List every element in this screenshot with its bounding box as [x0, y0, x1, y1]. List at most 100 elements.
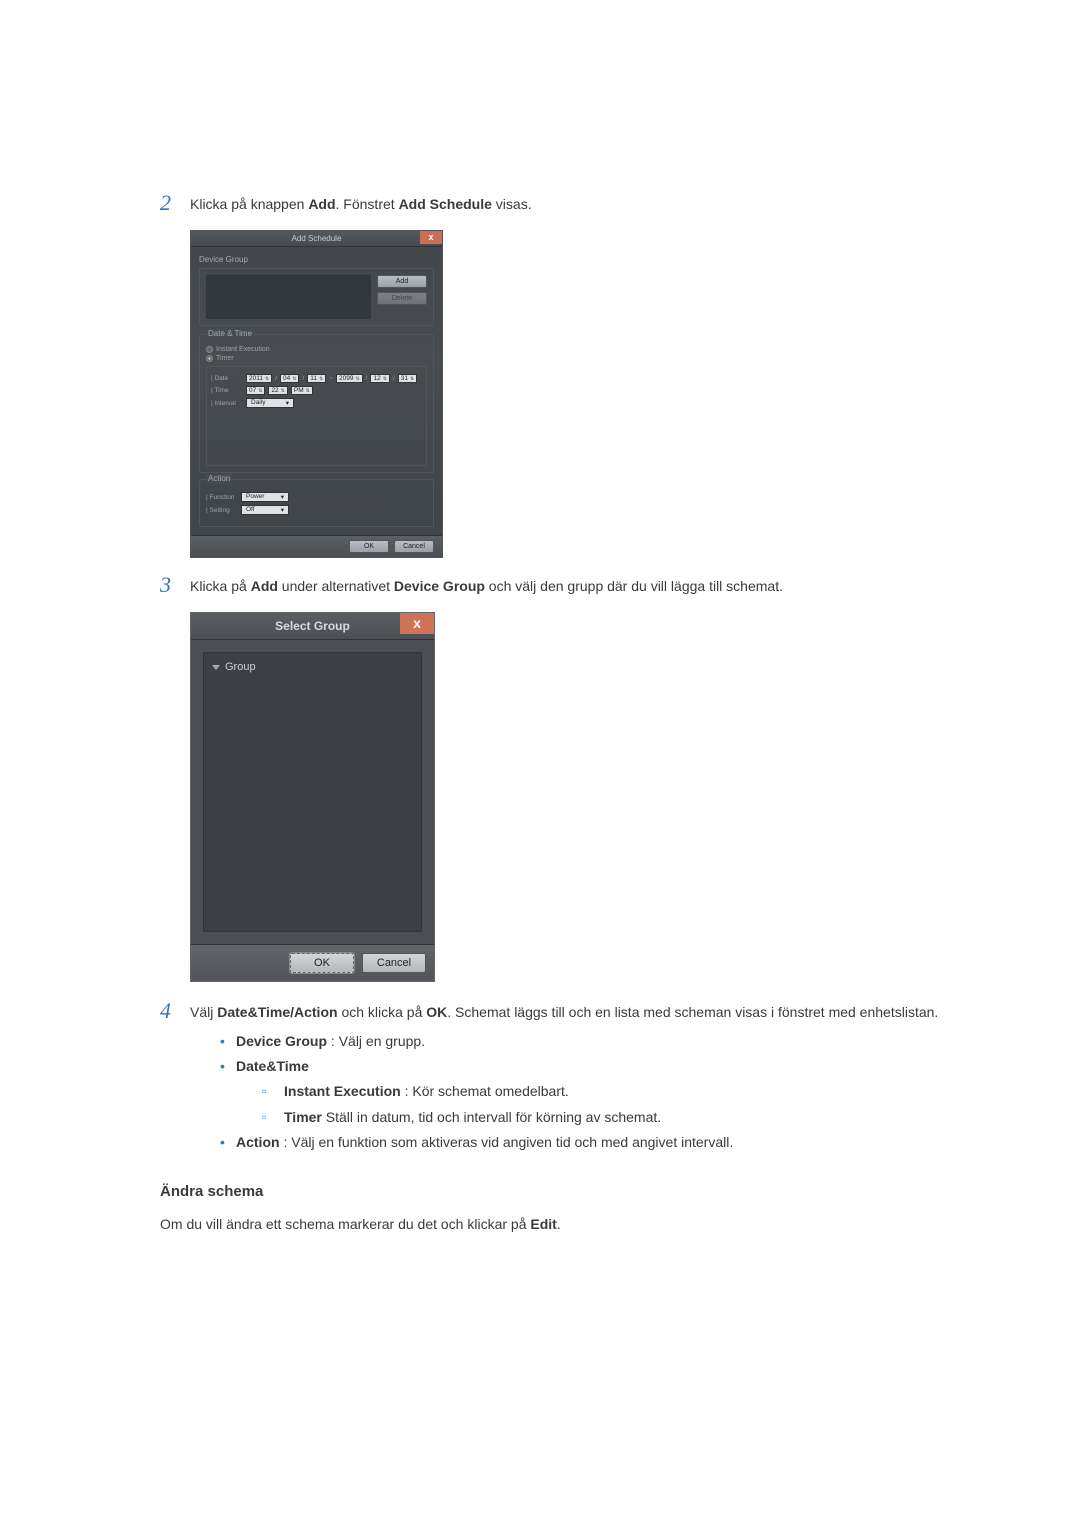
action-label: Action: [206, 474, 232, 483]
step-text: Klicka på Add under alternativet Device …: [190, 572, 783, 597]
bold: Add: [251, 578, 278, 594]
step-number: 2: [160, 190, 190, 216]
step-3: 3 Klicka på Add under alternativet Devic…: [160, 572, 990, 598]
list-item: Device Group : Välj en grupp.: [220, 1029, 938, 1054]
text: Klicka på knappen: [190, 196, 308, 212]
slash: /: [302, 375, 304, 382]
dialog-footer: OK Cancel: [191, 535, 442, 557]
close-button[interactable]: x: [420, 231, 442, 244]
setting-row: | Setting Off▾: [206, 505, 427, 515]
step-number: 3: [160, 572, 190, 598]
time-ampm[interactable]: PM: [291, 386, 313, 395]
tree-label: Group: [225, 661, 256, 673]
setting-select[interactable]: Off▾: [241, 505, 289, 515]
date-row: | Date 2011 / 04 / 11 ~ 2099 / 12 / 31: [211, 374, 422, 383]
timer-subfieldset: | Date 2011 / 04 / 11 ~ 2099 / 12 / 31: [206, 366, 427, 466]
interval-row: | Interval Daily▾: [211, 398, 422, 408]
dialog-footer: OK Cancel: [191, 944, 434, 981]
bold: Date&Time/Action: [217, 1004, 337, 1020]
function-row: | Function Power▾: [206, 492, 427, 502]
text: : Kör schemat omedelbart.: [401, 1083, 569, 1099]
ok-button[interactable]: OK: [290, 953, 354, 973]
text: och klicka på: [338, 1004, 427, 1020]
date-day-to[interactable]: 31: [398, 374, 417, 383]
row-label: | Date: [211, 375, 243, 382]
close-button[interactable]: x: [400, 613, 434, 634]
bold: Date&Time: [236, 1058, 309, 1074]
step-number: 4: [160, 998, 190, 1024]
group-tree[interactable]: Group: [203, 652, 422, 932]
radio-icon: [206, 346, 213, 353]
action-fieldset: Action | Function Power▾ | Setting Off▾: [199, 479, 434, 527]
bold: Instant Execution: [284, 1083, 401, 1099]
bold: Edit: [530, 1216, 556, 1232]
time-minute[interactable]: 22: [268, 386, 287, 395]
cancel-button[interactable]: Cancel: [362, 953, 426, 973]
radio-timer[interactable]: Timer: [206, 355, 427, 362]
bold: Add: [308, 196, 335, 212]
bold: Device Group: [236, 1033, 327, 1049]
text: Klicka på: [190, 578, 251, 594]
tree-root-item[interactable]: Group: [212, 661, 413, 673]
text: Välj: [190, 1004, 217, 1020]
date-time-fieldset: Date & Time Instant Execution Timer | Da…: [199, 334, 434, 473]
interval-select[interactable]: Daily▾: [246, 398, 294, 408]
text: under alternativet: [278, 578, 394, 594]
radio-label: Timer: [216, 355, 234, 362]
text: visas.: [492, 196, 532, 212]
date-month-to[interactable]: 12: [370, 374, 389, 383]
text: och välj den grupp där du vill lägga til…: [485, 578, 783, 594]
radio-icon: [206, 355, 213, 362]
step-text: Klicka på knappen Add. Fönstret Add Sche…: [190, 190, 532, 215]
bold: OK: [426, 1004, 447, 1020]
add-group-button[interactable]: Add: [377, 275, 427, 288]
date-month-from[interactable]: 04: [280, 374, 299, 383]
sub-list: Instant Execution : Kör schemat omedelba…: [262, 1079, 938, 1129]
slash: /: [275, 375, 277, 382]
step-4: 4 Välj Date&Time/Action och klicka på OK…: [160, 998, 990, 1161]
row-label: | Function: [206, 494, 238, 501]
dialog-titlebar: Add Schedule x: [191, 231, 442, 247]
ok-button[interactable]: OK: [349, 540, 389, 553]
bold: Action: [236, 1134, 280, 1150]
row-label: | Time: [211, 387, 243, 394]
chevron-down-icon: ▾: [286, 399, 289, 407]
text: .: [557, 1216, 561, 1232]
device-group-list[interactable]: [206, 275, 371, 319]
date-year-from[interactable]: 2011: [246, 374, 272, 383]
time-hour[interactable]: 07: [246, 386, 265, 395]
text: . Schemat läggs till och en lista med sc…: [447, 1004, 938, 1020]
dialog-title: Select Group: [275, 619, 350, 633]
bold: Add Schedule: [399, 196, 492, 212]
function-select[interactable]: Power▾: [241, 492, 289, 502]
date-day-from[interactable]: 11: [307, 374, 326, 383]
radio-instant[interactable]: Instant Execution: [206, 346, 427, 353]
time-row: | Time 07 22 PM: [211, 386, 422, 395]
date-year-to[interactable]: 2099: [336, 374, 363, 383]
text: . Fönstret: [336, 196, 399, 212]
add-schedule-dialog: Add Schedule x Device Group Add Delete D…: [190, 230, 443, 558]
tilde: ~: [329, 375, 333, 382]
step-2: 2 Klicka på knappen Add. Fönstret Add Sc…: [160, 190, 990, 216]
select-group-dialog: Select Group x Group OK Cancel: [190, 612, 435, 982]
triangle-down-icon: [212, 665, 220, 670]
row-label: | Setting: [206, 507, 238, 514]
radio-label: Instant Execution: [216, 346, 270, 353]
device-group-box: Add Delete: [199, 268, 434, 326]
list-item: Action : Välj en funktion som aktiveras …: [220, 1130, 938, 1155]
text: : Välj en funktion som aktiveras vid ang…: [280, 1134, 734, 1150]
cancel-button[interactable]: Cancel: [394, 540, 434, 553]
paragraph: Om du vill ändra ett schema markerar du …: [160, 1214, 990, 1235]
device-group-label: Device Group: [199, 255, 434, 264]
date-time-label: Date & Time: [206, 329, 254, 338]
bold: Timer: [284, 1109, 322, 1125]
text: Ställ in datum, tid och intervall för kö…: [322, 1109, 661, 1125]
dialog-titlebar: Select Group x: [191, 613, 434, 640]
step-text: Välj Date&Time/Action och klicka på OK. …: [190, 998, 938, 1161]
row-label: | Interval: [211, 400, 243, 407]
bold: Device Group: [394, 578, 485, 594]
chevron-down-icon: ▾: [281, 493, 284, 501]
slash: /: [366, 375, 368, 382]
list-item: Timer Ställ in datum, tid och intervall …: [262, 1105, 938, 1130]
delete-group-button[interactable]: Delete: [377, 292, 427, 305]
